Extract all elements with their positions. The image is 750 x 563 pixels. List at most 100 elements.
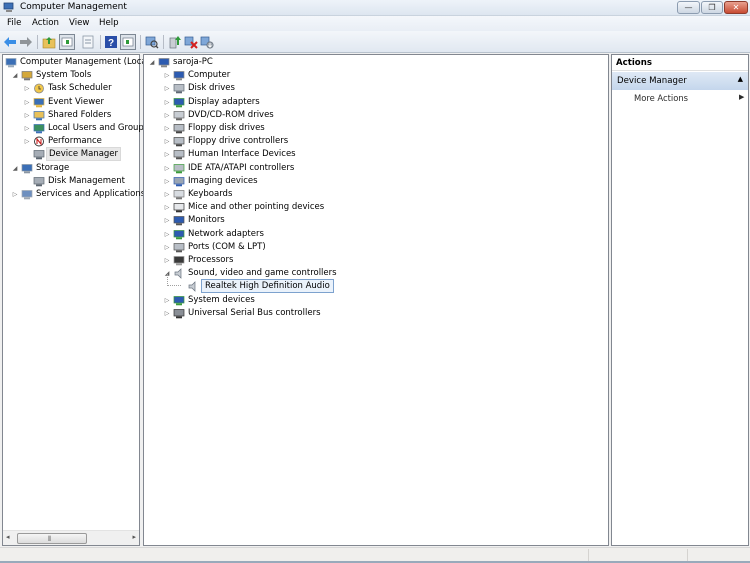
- enable-device-icon[interactable]: [200, 35, 214, 49]
- help-icon[interactable]: ?: [104, 35, 118, 49]
- scan-hardware-icon[interactable]: [145, 35, 159, 49]
- expand-arrow-icon[interactable]: ▷: [163, 135, 171, 148]
- system-device-icon: [173, 295, 185, 305]
- expand-arrow-icon[interactable]: ▷: [163, 201, 171, 214]
- computer-management-icon: [3, 2, 14, 12]
- tree-connector: [167, 274, 181, 287]
- device-tree-root-label: saroja-PC: [173, 57, 213, 67]
- expand-arrow-icon[interactable]: ▷: [163, 188, 171, 201]
- collapse-arrow-icon[interactable]: ◢: [148, 56, 156, 69]
- update-driver-icon[interactable]: [168, 35, 182, 49]
- device-category-label: DVD/CD-ROM drives: [188, 109, 274, 120]
- restore-icon: ❐: [708, 3, 716, 12]
- collapse-up-icon[interactable]: ▲: [738, 75, 743, 83]
- expand-arrow-icon[interactable]: ▷: [163, 175, 171, 188]
- expand-arrow-icon[interactable]: ▷: [23, 96, 31, 109]
- svg-text:?: ?: [108, 38, 114, 49]
- expand-arrow-icon[interactable]: ▷: [163, 307, 171, 320]
- scroll-left-arrow-icon[interactable]: ◂: [6, 533, 10, 541]
- expand-arrow-icon[interactable]: ▷: [163, 109, 171, 122]
- more-actions-item[interactable]: More Actions ▶: [634, 93, 744, 103]
- show-hide-action-pane-icon[interactable]: [120, 34, 136, 50]
- toolbar-separator: [163, 35, 164, 49]
- expand-arrow-icon[interactable]: ▷: [163, 241, 171, 254]
- expand-arrow-icon[interactable]: ▷: [163, 69, 171, 82]
- expand-arrow-icon[interactable]: ▷: [163, 254, 171, 267]
- tree-node-label: Computer Management (Local: [20, 57, 149, 67]
- tree-node-label: Storage: [36, 162, 70, 173]
- expand-arrow-icon[interactable]: ▷: [11, 188, 19, 201]
- device-category-label: Display adapters: [188, 96, 260, 107]
- submenu-arrow-icon: ▶: [739, 93, 745, 101]
- tree-node-label: Services and Applications: [36, 189, 146, 199]
- more-actions-label: More Actions: [634, 93, 689, 103]
- grip-icon: ⦀: [48, 535, 52, 543]
- actions-section-device-manager[interactable]: Device Manager ▲: [612, 72, 748, 90]
- device-category-label: Floppy drive controllers: [188, 136, 289, 147]
- device-manager-pane: ◢ saroja-PC ▷ Computer ▷ Disk drives ▷ Display …: [143, 54, 609, 546]
- toolbar-separator: [140, 35, 141, 49]
- tree-node-label: Performance: [48, 136, 102, 147]
- close-button[interactable]: ✕: [724, 1, 748, 14]
- up-folder-icon[interactable]: [42, 35, 56, 49]
- device-category-label: Floppy disk drives: [188, 123, 265, 133]
- tools-icon: [21, 71, 33, 81]
- collapse-arrow-icon[interactable]: ◢: [11, 69, 19, 82]
- show-hide-console-tree-icon[interactable]: [59, 34, 75, 50]
- device-category-label: Universal Serial Bus controllers: [188, 307, 321, 318]
- scrollbar-thumb[interactable]: ⦀: [17, 533, 87, 544]
- status-bar: [0, 547, 750, 561]
- network-icon: [173, 229, 185, 239]
- menu-help[interactable]: Help: [99, 18, 119, 28]
- expand-arrow-icon[interactable]: ▷: [163, 294, 171, 307]
- scroll-right-arrow-icon[interactable]: ▸: [132, 533, 136, 541]
- properties-icon[interactable]: [81, 35, 95, 49]
- tree-node-label: Event Viewer: [48, 96, 104, 107]
- clock-icon: [34, 83, 44, 94]
- forward-icon[interactable]: [19, 35, 33, 49]
- menu-view[interactable]: View: [69, 18, 89, 28]
- storage-icon: [21, 163, 33, 173]
- status-separator: [588, 549, 589, 561]
- menu-bar: File Action View Help: [0, 16, 750, 31]
- status-separator: [687, 549, 688, 561]
- device-category-label: Network adapters: [188, 228, 264, 239]
- expand-arrow-icon[interactable]: ▷: [163, 122, 171, 135]
- device-manager-icon: [33, 150, 45, 160]
- horizontal-scrollbar[interactable]: ◂ ⦀ ▸: [3, 530, 139, 545]
- tree-node-label: Disk Management: [48, 175, 125, 186]
- hid-icon: [173, 150, 185, 160]
- collapse-arrow-icon[interactable]: ◢: [11, 162, 19, 175]
- device-category-label: Sound, video and game controllers: [188, 268, 337, 279]
- uninstall-icon[interactable]: [184, 35, 198, 49]
- device-category-label: Mice and other pointing devices: [188, 202, 325, 213]
- device-category-label: Human Interface Devices: [188, 149, 296, 160]
- keyboard-icon: [173, 190, 185, 200]
- expand-arrow-icon[interactable]: ▷: [163, 82, 171, 95]
- console-tree-pane: Computer Management (Local ◢ System Tools ▷…: [2, 54, 149, 546]
- device-category-label: Imaging devices: [188, 175, 258, 186]
- expand-arrow-icon[interactable]: ▷: [163, 148, 171, 161]
- expand-arrow-icon[interactable]: ▷: [163, 228, 171, 241]
- processor-icon: [173, 256, 185, 266]
- minimize-button[interactable]: —: [677, 1, 700, 14]
- expand-arrow-icon[interactable]: ▷: [23, 122, 31, 135]
- expand-arrow-icon[interactable]: ▷: [163, 214, 171, 227]
- users-icon: [33, 124, 45, 134]
- toolbar-separator: [37, 35, 38, 49]
- expand-arrow-icon[interactable]: ▷: [23, 82, 31, 95]
- expand-arrow-icon[interactable]: ▷: [23, 109, 31, 122]
- expand-arrow-icon[interactable]: ▷: [163, 162, 171, 175]
- display-adapter-icon: [173, 97, 185, 107]
- computer-icon: [173, 71, 185, 81]
- actions-section-label: Device Manager: [617, 76, 687, 86]
- restore-button[interactable]: ❐: [701, 1, 723, 14]
- expand-arrow-icon[interactable]: ▷: [163, 96, 171, 109]
- back-icon[interactable]: [3, 35, 17, 49]
- menu-action[interactable]: Action: [32, 18, 59, 28]
- expand-arrow-icon[interactable]: ▷: [23, 135, 31, 148]
- actions-header: Actions: [612, 55, 748, 71]
- menu-file[interactable]: File: [7, 18, 21, 28]
- device-category-label: Monitors: [188, 215, 225, 226]
- title-bar: Computer Management — ❐ ✕: [0, 0, 750, 16]
